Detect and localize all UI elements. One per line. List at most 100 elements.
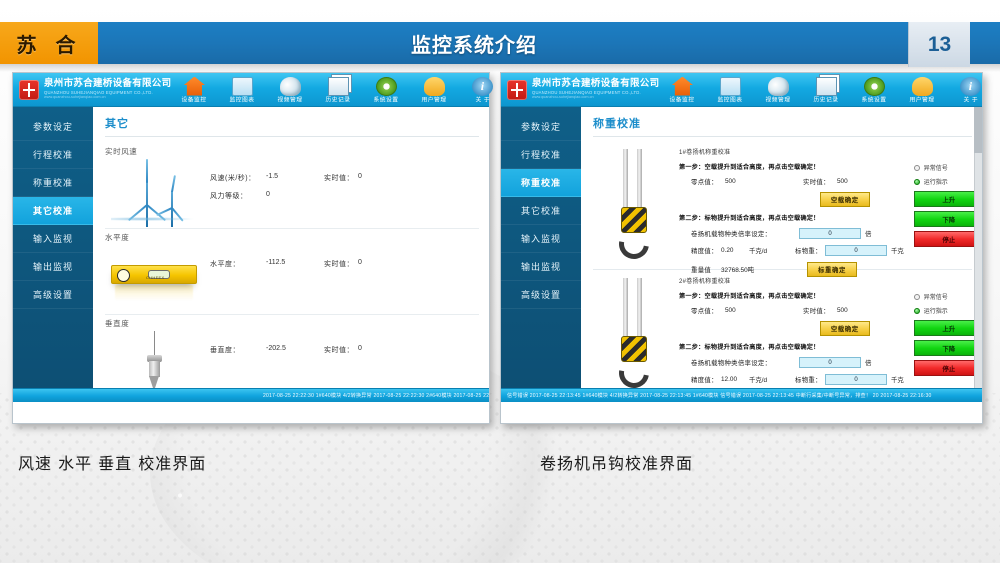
field-label: 水平度： xyxy=(210,261,240,268)
zero-label: 零点值： xyxy=(691,308,718,315)
std-weight-label: 标物重： xyxy=(795,248,822,255)
gear-icon xyxy=(375,76,397,96)
nav-item-settings[interactable]: 系统设置 xyxy=(363,76,409,103)
sidebar-item-params[interactable]: 参数设定 xyxy=(501,113,581,141)
field-wind-level: 风力等级： 0 xyxy=(210,191,416,201)
sidebar-item-other-calib[interactable]: 其它校准 xyxy=(13,197,93,225)
company-name-block: 泉州市苏合建桥设备有限公司 QUANZHOU SUHEJIANQIAO EQUI… xyxy=(532,79,659,100)
company-logo-icon xyxy=(19,79,39,100)
ratio-input[interactable]: 0 xyxy=(799,228,861,239)
wind-turbine-icon xyxy=(105,157,210,227)
up-button[interactable]: 上升 xyxy=(913,191,982,207)
up-button[interactable]: 上升 xyxy=(913,320,982,336)
field-value: -112.5 xyxy=(266,259,286,266)
nav-item-charts[interactable]: 监控图表 xyxy=(219,76,265,103)
section-wind-speed: 实时风速 风速(米/秒)： -1.5 实时值： 0 风力等级： 0 xyxy=(105,143,479,229)
stop-button[interactable]: 停止 xyxy=(913,231,982,247)
sidebar-item-params[interactable]: 参数设定 xyxy=(13,113,93,141)
sidebar-item-input-monitor[interactable]: 输入监视 xyxy=(501,225,581,253)
sidebar-item-output-monitor[interactable]: 输出监视 xyxy=(13,253,93,281)
app-toolbar-right: 泉州市苏合建桥设备有限公司 QUANZHOU SUHEJIANQIAO EQUI… xyxy=(501,73,982,107)
no-load-confirm-button[interactable]: 空载确定 xyxy=(819,192,870,207)
calibration-block-2: 2#卷扬机称重校准 第一步：空载提升到适合高度，再点击空载确定！ 零点值： 50… xyxy=(593,272,982,388)
content-left: 其它 实时风速 风速(米/秒)： -1.5 实时值： 0 风力等级： 0 水平度… xyxy=(93,107,489,388)
gear-icon xyxy=(863,76,885,96)
info-icon: i xyxy=(959,76,981,96)
field-label: 垂直度： xyxy=(210,347,240,354)
wind-fields: 风速(米/秒)： -1.5 实时值： 0 风力等级： 0 xyxy=(210,157,416,209)
live-value: 500 xyxy=(837,307,848,314)
brand-logo: 苏 合 xyxy=(0,22,98,64)
sidebar-item-other-calib[interactable]: 其它校准 xyxy=(501,197,581,225)
std-weight-input[interactable]: 0 xyxy=(825,245,887,256)
nav-item-video[interactable]: 视频管理 xyxy=(755,76,801,103)
sidebar-item-travel-calib[interactable]: 行程校准 xyxy=(501,141,581,169)
sidebar-item-input-monitor[interactable]: 输入监视 xyxy=(13,225,93,253)
step1-text: 第一步：空载提升到适合高度，再点击空载确定！ xyxy=(679,164,820,171)
content-title: 称重校准 xyxy=(593,115,972,137)
sidebar-item-travel-calib[interactable]: 行程校准 xyxy=(13,141,93,169)
run-lamp-icon xyxy=(913,178,920,185)
zero-value: 500 xyxy=(725,307,736,314)
nav-item-users[interactable]: 用户管理 xyxy=(411,76,457,103)
home-icon xyxy=(671,76,693,96)
step1-text: 第一步：空载提升到适合高度，再点击空载确定！ xyxy=(679,293,820,300)
step2-text: 第二步：标物提升到适合高度，再点击空载确定！ xyxy=(679,344,820,351)
scrollbar-thumb[interactable] xyxy=(974,107,982,153)
app-toolbar-left: 泉州市苏合建桥设备有限公司 QUANZHOU SUHEJIANQIAO EQUI… xyxy=(13,73,537,107)
no-load-confirm-button[interactable]: 空载确定 xyxy=(819,321,870,336)
nav-item-history[interactable]: 历史记录 xyxy=(803,76,849,103)
nav-item-device-monitor[interactable]: 设备监控 xyxy=(171,76,217,103)
vertical-scrollbar[interactable] xyxy=(974,107,982,388)
sidebar-item-output-monitor[interactable]: 输出监视 xyxy=(501,253,581,281)
sidebar-item-advanced[interactable]: 高级设置 xyxy=(13,281,93,309)
indicator-column-1: 异常信号 运行指示 上升 下降 停止 xyxy=(910,145,982,267)
app-window-left: 泉州市苏合建桥设备有限公司 QUANZHOU SUHEJIANQIAO EQUI… xyxy=(12,72,537,424)
user-icon xyxy=(423,76,445,96)
nav-item-charts[interactable]: 监控图表 xyxy=(707,76,753,103)
header-bar: 监控系统介绍 xyxy=(98,22,1000,64)
precision-unit: 千克/d xyxy=(749,377,768,384)
field-value-live: 0 xyxy=(358,173,362,180)
nav-item-device-monitor[interactable]: 设备监控 xyxy=(659,76,705,103)
std-weight-input[interactable]: 0 xyxy=(825,374,887,385)
statusbar-left: 2017-08-25 22:22:30 1#640模块 4/2转换异常 2017… xyxy=(13,388,489,402)
sidebar-item-weight-calib[interactable]: 称重校准 xyxy=(501,169,581,197)
nav-item-video[interactable]: 视频管理 xyxy=(267,76,313,103)
app-body-left: 参数设定 行程校准 称重校准 其它校准 输入监视 输出监视 高级设置 其它 实时… xyxy=(13,107,489,388)
company-name-block: 泉州市苏合建桥设备有限公司 QUANZHOU SUHEJIANQIAO EQUI… xyxy=(44,79,171,100)
nav-item-settings[interactable]: 系统设置 xyxy=(851,76,897,103)
nav-label: 设备监控 xyxy=(181,95,207,102)
spirit-level-icon: CHHEEX xyxy=(105,243,210,313)
run-label: 运行指示 xyxy=(923,309,948,315)
nav-label: 用户管理 xyxy=(909,95,935,102)
app-body-right: 参数设定 行程校准 称重校准 其它校准 输入监视 输出监视 高级设置 称重校准 … xyxy=(501,107,982,388)
down-button[interactable]: 下降 xyxy=(913,211,982,227)
sidebar-item-weight-calib[interactable]: 称重校准 xyxy=(13,169,93,197)
nav-item-users[interactable]: 用户管理 xyxy=(899,76,945,103)
status-text: 信号错误 2017-08-25 22:13:45 1#640模块 4/2转换异常… xyxy=(507,392,932,398)
field-label-live: 实时值： xyxy=(324,175,354,182)
nav-label: 系统设置 xyxy=(373,95,399,102)
nav-label: 监控图表 xyxy=(717,95,743,102)
alarm-label: 异常信号 xyxy=(923,295,948,301)
ratio-input[interactable]: 0 xyxy=(799,357,861,368)
content-right: 称重校准 1#卷扬机称重校准 第一步：空载提升到适合高度，再点击空载确定！ 零点… xyxy=(581,107,982,388)
company-name-cn: 泉州市苏合建桥设备有限公司 xyxy=(44,78,172,90)
nav-item-about[interactable]: i 关 于 xyxy=(947,76,993,103)
run-label: 运行指示 xyxy=(923,180,948,186)
calibration-block-1: 1#卷扬机称重校准 第一步：空载提升到适合高度，再点击空载确定！ 零点值： 50… xyxy=(593,143,982,277)
sidebar-right: 参数设定 行程校准 称重校准 其它校准 输入监视 输出监视 高级设置 xyxy=(501,107,581,388)
block-heading: 1#卷扬机称重校准 xyxy=(679,150,731,156)
stop-button[interactable]: 停止 xyxy=(913,360,982,376)
field-value: 0 xyxy=(266,191,270,198)
caption-right: 卷扬机吊钩校准界面 xyxy=(540,454,694,473)
sidebar-item-advanced[interactable]: 高级设置 xyxy=(501,281,581,309)
horizontal-fields: 水平度： -112.5 实时值： 0 xyxy=(210,243,416,277)
nav-item-exit[interactable]: 退 出 xyxy=(995,77,1000,103)
page-title: 监控系统介绍 xyxy=(411,34,537,57)
nav-item-about[interactable]: i 关 于 xyxy=(459,76,505,103)
nav-item-history[interactable]: 历史记录 xyxy=(315,76,361,103)
section-label: 水平度 xyxy=(105,233,130,242)
down-button[interactable]: 下降 xyxy=(913,340,982,356)
